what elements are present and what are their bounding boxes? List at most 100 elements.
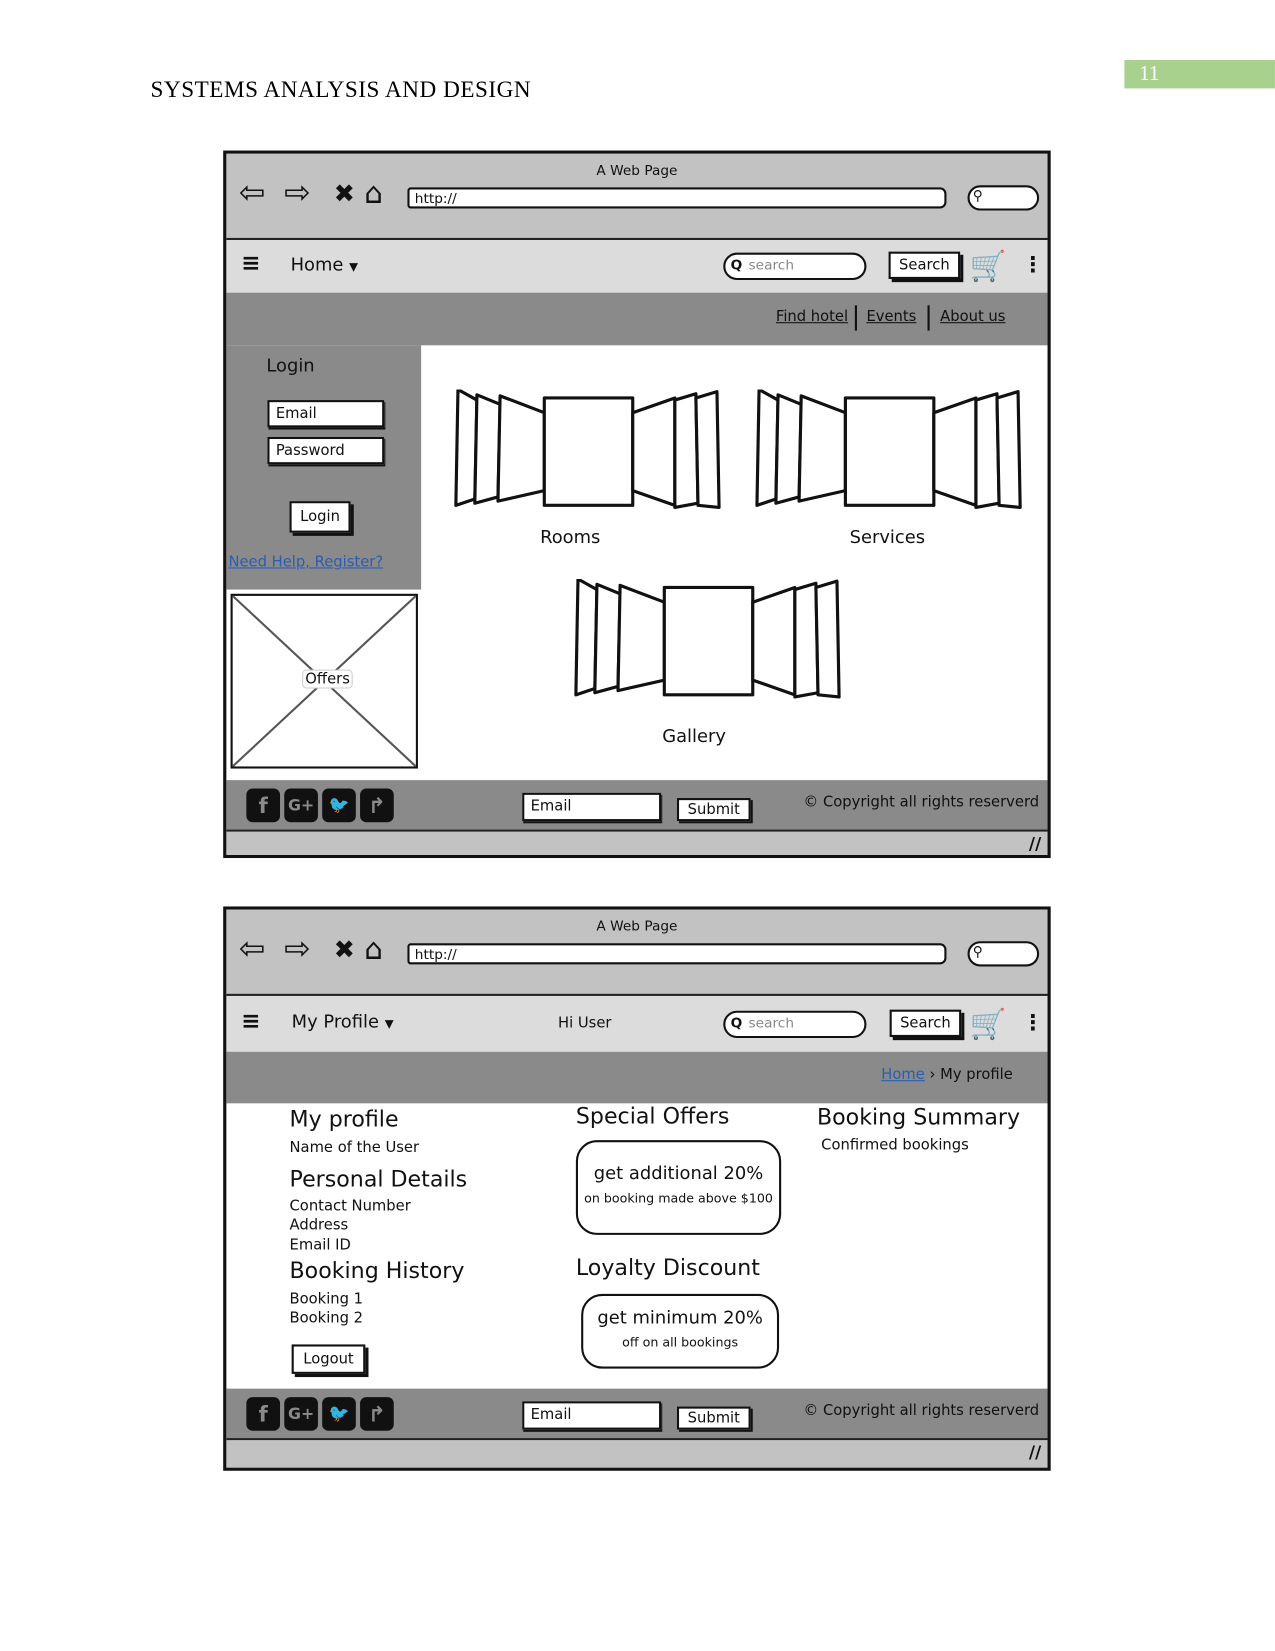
login-button[interactable]: Login [289, 501, 351, 533]
submit-button[interactable]: Submit [676, 1406, 751, 1430]
search-button[interactable]: Search [888, 251, 961, 279]
cart-icon[interactable]: 🛒 [970, 248, 1007, 283]
user-name: Name of the User [289, 1139, 420, 1156]
browser-title-bar: A Web Page ⇦ ⇨ ✖ ⌂ http:// ⚲ [226, 153, 1048, 241]
status-bar: // [226, 831, 1048, 855]
url-bar[interactable]: http:// [407, 187, 947, 209]
loyalty-discount-heading: Loyalty Discount [575, 1254, 760, 1281]
close-icon[interactable]: ✖ [334, 175, 355, 213]
my-profile-menu[interactable]: My Profile ▼ [292, 1012, 394, 1033]
running-head: SYSTEMS ANALYSIS AND DESIGN [150, 75, 532, 103]
my-profile-heading: My profile [289, 1106, 399, 1132]
forward-arrow-icon[interactable]: ⇨ [284, 931, 310, 969]
facebook-icon[interactable]: f [246, 1397, 281, 1431]
special-offer-card[interactable]: get additional 20% on booking made above… [575, 1140, 782, 1235]
gallery-label: Gallery [662, 726, 726, 748]
link-about-us[interactable]: About us [940, 308, 1005, 325]
login-panel: Login Email Password Login Need Help, Re… [226, 345, 422, 590]
toolbar: ≡ Home ▼ Qsearch Search 🛒 ⋮ [226, 240, 1048, 293]
offers-image-placeholder: Offers [230, 593, 418, 769]
facebook-icon[interactable]: f [246, 788, 281, 823]
login-title: Login [266, 355, 315, 377]
loyalty-detail: off on all bookings [622, 1334, 739, 1350]
browser-search-field[interactable]: ⚲ [967, 185, 1040, 211]
contact-number: Contact Number [289, 1198, 411, 1215]
resize-handle-icon[interactable]: // [1029, 1442, 1041, 1462]
booking-history-heading: Booking History [289, 1258, 465, 1284]
close-icon[interactable]: ✖ [334, 931, 355, 969]
share-icon[interactable]: ↱ [360, 1397, 394, 1431]
caret-down-icon: ▼ [384, 1017, 394, 1031]
link-find-hotel[interactable]: Find hotel [776, 308, 848, 325]
address: Address [289, 1217, 349, 1234]
menu-label: My Profile [291, 1011, 380, 1033]
browser-search-field[interactable]: ⚲ [967, 941, 1040, 967]
twitter-icon[interactable]: 🐦 [322, 788, 356, 823]
search-input[interactable]: Qsearch [723, 252, 867, 281]
search-icon: Q [730, 257, 743, 274]
cart-icon[interactable]: 🛒 [970, 1006, 1007, 1041]
newsletter-email-field[interactable]: Email [522, 792, 662, 822]
search-icon: ⚲ [972, 188, 983, 205]
home-page-wireframe: A Web Page ⇦ ⇨ ✖ ⌂ http:// ⚲ ≡ Home ▼ Qs… [223, 150, 1051, 859]
confirmed-bookings[interactable]: Confirmed bookings [821, 1137, 969, 1154]
email-field[interactable]: Email [267, 400, 385, 428]
more-options-icon[interactable]: ⋮ [1022, 252, 1043, 277]
footer: f G+ 🐦 ↱ Email Submit © Copyright all ri… [226, 1388, 1048, 1441]
back-arrow-icon[interactable]: ⇦ [239, 175, 265, 213]
chevron-right-icon: › [929, 1066, 936, 1084]
breadcrumb-current: My profile [940, 1066, 1013, 1084]
offers-label: Offers [302, 669, 354, 689]
booking-summary-heading: Booking Summary [816, 1104, 1021, 1130]
hamburger-menu-icon[interactable]: ≡ [241, 1009, 260, 1035]
google-plus-icon[interactable]: G+ [284, 1397, 318, 1431]
offer-detail: on booking made above $100 [584, 1190, 773, 1206]
more-options-icon[interactable]: ⋮ [1022, 1010, 1043, 1035]
gallery-coverflow[interactable] [574, 579, 844, 703]
home-menu[interactable]: Home ▼ [291, 255, 358, 276]
services-label: Services [849, 527, 926, 549]
breadcrumb-bar: Home › My profile [226, 1051, 1048, 1104]
search-placeholder: search [748, 257, 795, 274]
back-arrow-icon[interactable]: ⇦ [239, 931, 265, 969]
menu-label: Home [290, 254, 344, 276]
email-id: Email ID [289, 1237, 351, 1254]
booking-item[interactable]: Booking 1 [290, 1291, 364, 1308]
booking-item[interactable]: Booking 2 [290, 1310, 364, 1327]
hamburger-menu-icon[interactable]: ≡ [241, 251, 260, 277]
url-bar[interactable]: http:// [407, 943, 947, 965]
forward-arrow-icon[interactable]: ⇨ [284, 175, 310, 213]
loyalty-headline: get minimum 20% [597, 1307, 763, 1329]
loyalty-discount-card[interactable]: get minimum 20% off on all bookings [581, 1293, 780, 1369]
twitter-icon[interactable]: 🐦 [322, 1397, 356, 1431]
logout-button[interactable]: Logout [291, 1344, 366, 1374]
nav-link-bar: Find hotel Events About us [226, 292, 1048, 346]
browser-title-bar: A Web Page ⇦ ⇨ ✖ ⌂ http:// ⚲ [226, 909, 1048, 996]
special-offers-heading: Special Offers [575, 1103, 730, 1129]
copyright-text: © Copyright all rights reserverd [803, 1402, 1040, 1420]
rooms-coverflow[interactable] [454, 389, 724, 514]
resize-handle-icon[interactable]: // [1029, 834, 1041, 854]
divider [927, 305, 930, 331]
search-icon: Q [730, 1015, 743, 1032]
submit-button[interactable]: Submit [676, 798, 751, 822]
search-input[interactable]: Qsearch [723, 1010, 867, 1039]
need-help-register-link[interactable]: Need Help, Register? [228, 554, 383, 571]
status-bar: // [226, 1440, 1048, 1468]
google-plus-icon[interactable]: G+ [284, 788, 318, 823]
offer-headline: get additional 20% [593, 1163, 764, 1185]
password-field[interactable]: Password [267, 436, 385, 465]
caret-down-icon: ▼ [349, 260, 359, 274]
link-events[interactable]: Events [866, 308, 916, 325]
page-number: 11 [1124, 60, 1275, 89]
home-icon[interactable]: ⌂ [364, 175, 383, 213]
rooms-label: Rooms [540, 527, 601, 549]
share-icon[interactable]: ↱ [360, 788, 394, 823]
home-icon[interactable]: ⌂ [364, 931, 383, 969]
breadcrumb: Home › My profile [881, 1066, 1013, 1083]
breadcrumb-home-link[interactable]: Home [881, 1066, 925, 1083]
search-button[interactable]: Search [889, 1009, 962, 1038]
services-coverflow[interactable] [755, 389, 1025, 514]
footer: f G+ 🐦 ↱ Email Submit © Copyright all ri… [226, 780, 1048, 832]
newsletter-email-field[interactable]: Email [522, 1401, 662, 1430]
